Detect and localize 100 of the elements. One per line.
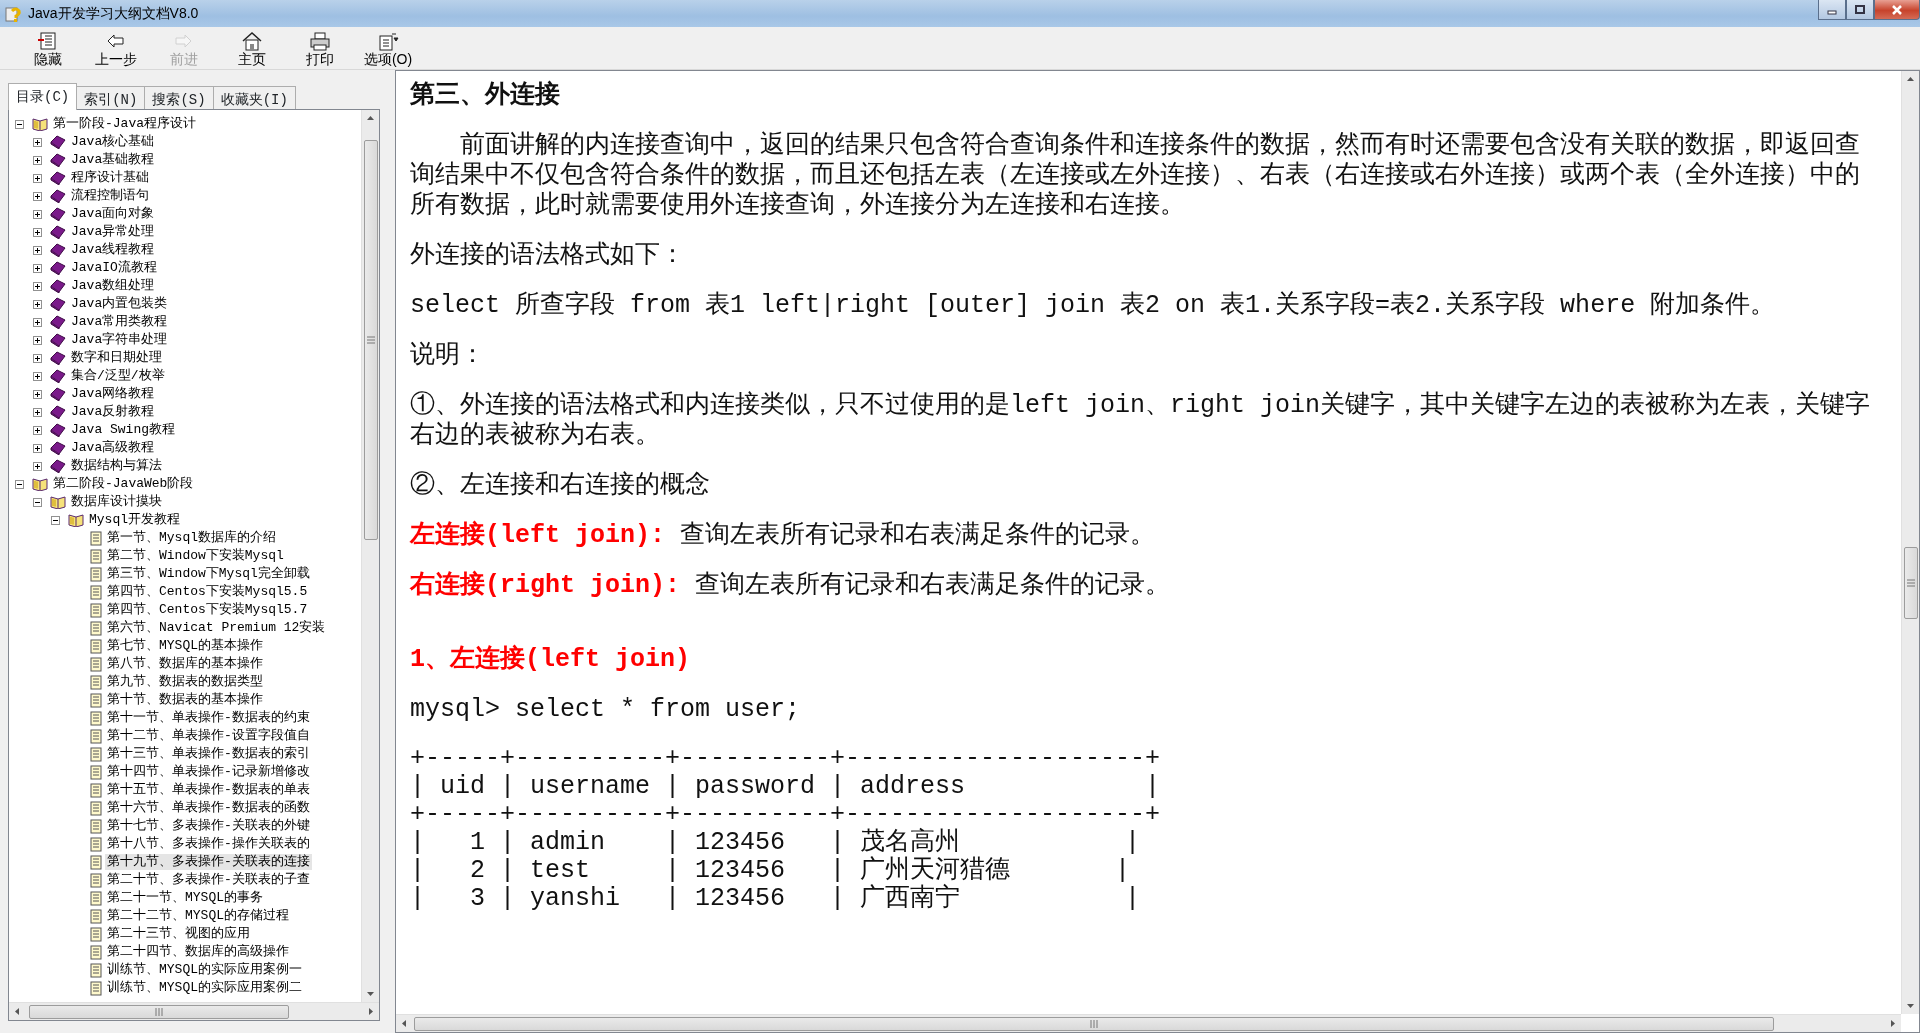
tab[interactable]: 索引(N) — [76, 86, 146, 110]
tree-item[interactable]: Java内置包装类 — [69, 296, 170, 312]
expand-icon[interactable] — [33, 191, 42, 201]
close-button[interactable] — [1874, 0, 1920, 20]
page-icon — [90, 818, 102, 834]
tree-item[interactable]: 第一阶段-Java程序设计 — [51, 116, 198, 132]
vertical-scrollbar[interactable] — [1901, 71, 1919, 1014]
horizontal-scrollbar[interactable] — [396, 1014, 1901, 1032]
open-book-icon — [32, 477, 48, 491]
tree-item[interactable]: 第十节、数据表的基本操作 — [105, 692, 265, 708]
toolbar-button[interactable]: 隐藏 — [14, 31, 82, 67]
scroll-thumb[interactable] — [363, 140, 378, 540]
tree-item[interactable]: 第十八节、多表操作-操作关联表的 — [105, 836, 312, 852]
tree-item[interactable]: 训练节、MYSQL的实际应用案例一 — [105, 962, 304, 978]
expand-icon[interactable] — [33, 263, 42, 273]
expand-icon[interactable] — [33, 317, 42, 327]
collapse-icon[interactable] — [15, 119, 24, 129]
expand-icon[interactable] — [33, 407, 42, 417]
tree-item[interactable]: 第二十四节、数据库的高级操作 — [105, 944, 291, 960]
tree-item[interactable]: 第二阶段-JavaWeb阶段 — [51, 476, 196, 492]
tree-item[interactable]: 数据结构与算法 — [69, 458, 164, 474]
tree-item[interactable]: 集合/泛型/枚举 — [69, 368, 167, 384]
tree-item[interactable]: 第十四节、单表操作-记录新增修改 — [105, 764, 312, 780]
tab[interactable]: 收藏夹(I) — [212, 86, 296, 110]
tree-item[interactable]: Java Swing教程 — [69, 422, 177, 438]
scroll-thumb[interactable] — [1903, 547, 1918, 619]
expand-icon[interactable] — [33, 299, 42, 309]
tree-item[interactable]: 训练节、MYSQL的实际应用案例二 — [105, 980, 304, 996]
expand-icon[interactable] — [33, 335, 42, 345]
tree-item[interactable]: Java高级教程 — [69, 440, 157, 456]
tree-item[interactable]: Java核心基础 — [69, 134, 157, 150]
tree-item[interactable]: 数据库设计摸块 — [69, 494, 164, 510]
tree-item[interactable]: 第十一节、单表操作-数据表的约束 — [105, 710, 312, 726]
tree-item[interactable]: 第十九节、多表操作-关联表的连接 — [105, 854, 312, 870]
expand-icon[interactable] — [33, 371, 42, 381]
tree-item[interactable]: Java字符串处理 — [69, 332, 170, 348]
tree-item[interactable]: 第二节、Window下安装Mysql — [105, 548, 286, 564]
scroll-thumb[interactable] — [29, 1004, 289, 1019]
tree-item[interactable]: Java反射教程 — [69, 404, 157, 420]
expand-icon[interactable] — [33, 461, 42, 471]
tree-item[interactable]: Java数组处理 — [69, 278, 157, 294]
tree-item[interactable]: JavaIO流教程 — [69, 260, 159, 276]
collapse-icon[interactable] — [33, 497, 42, 507]
page-icon — [90, 728, 102, 744]
tree-item[interactable]: 第九节、数据表的数据类型 — [105, 674, 265, 690]
page-icon — [90, 944, 102, 960]
maximize-button[interactable] — [1846, 0, 1874, 20]
tree-item[interactable]: Mysql开发教程 — [87, 512, 182, 528]
tree-item[interactable]: Java常用类教程 — [69, 314, 170, 330]
tree-item[interactable]: 第十三节、单表操作-数据表的索引 — [105, 746, 312, 762]
expand-icon[interactable] — [33, 389, 42, 399]
tree-item[interactable]: 第四节、Centos下安装Mysql5.5 — [105, 584, 310, 600]
page-icon — [90, 602, 102, 618]
expand-icon[interactable] — [33, 245, 42, 255]
tree-item[interactable]: 第六节、Navicat Premium 12安装 — [105, 620, 328, 636]
tree-item[interactable]: Java基础教程 — [69, 152, 157, 168]
expand-icon[interactable] — [33, 281, 42, 291]
tree-item[interactable]: 第二十二节、MYSQL的存储过程 — [105, 908, 291, 924]
expand-icon[interactable] — [33, 209, 42, 219]
expand-icon[interactable] — [33, 443, 42, 453]
tree-item[interactable]: 数字和日期处理 — [69, 350, 164, 366]
tree-item[interactable]: Java线程教程 — [69, 242, 157, 258]
tree-item[interactable]: 第八节、数据库的基本操作 — [105, 656, 265, 672]
toolbar-button[interactable]: 打印 — [286, 31, 354, 67]
tree-item[interactable]: 第一节、Mysql数据库的介绍 — [105, 530, 278, 546]
tree-item[interactable]: Java网络教程 — [69, 386, 157, 402]
tree-item[interactable]: 流程控制语句 — [69, 188, 151, 204]
expand-icon[interactable] — [33, 173, 42, 183]
tree-item[interactable]: 程序设计基础 — [69, 170, 151, 186]
scroll-thumb[interactable] — [414, 1016, 1774, 1031]
tab[interactable]: 目录(C) — [8, 83, 78, 110]
tree-item[interactable]: 第四节、Centos下安装Mysql5.7 — [105, 602, 310, 618]
expand-icon[interactable] — [33, 137, 42, 147]
toolbar-button[interactable]: 选项(O) — [354, 31, 422, 67]
tree-item[interactable]: 第三节、Window下Mysql完全卸载 — [105, 566, 312, 582]
tree-item[interactable]: 第二十节、多表操作-关联表的子查 — [105, 872, 312, 888]
expand-icon[interactable] — [33, 353, 42, 363]
tree-item[interactable]: 第十六节、单表操作-数据表的函数 — [105, 800, 312, 816]
tree-item[interactable]: 第二十三节、视图的应用 — [105, 926, 252, 942]
toolbar-button[interactable]: 上一步 — [82, 31, 150, 67]
vertical-scrollbar[interactable] — [361, 110, 379, 1002]
book-icon — [50, 297, 66, 311]
tree-item[interactable]: Java面向对象 — [69, 206, 157, 222]
page-icon — [90, 566, 102, 582]
expand-icon[interactable] — [33, 155, 42, 165]
tree-item[interactable]: Java异常处理 — [69, 224, 157, 240]
tree-item[interactable]: 第二十一节、MYSQL的事务 — [105, 890, 265, 906]
tab[interactable]: 搜索(S) — [144, 86, 214, 110]
book-icon — [50, 153, 66, 167]
tree-item[interactable]: 第十七节、多表操作-关联表的外键 — [105, 818, 312, 834]
collapse-icon[interactable] — [15, 479, 24, 489]
minimize-button[interactable] — [1818, 0, 1846, 20]
expand-icon[interactable] — [33, 227, 42, 237]
tree-item[interactable]: 第十二节、单表操作-设置字段值自 — [105, 728, 312, 744]
toolbar-button[interactable]: 主页 — [218, 31, 286, 67]
expand-icon[interactable] — [33, 425, 42, 435]
tree-item[interactable]: 第七节、MYSQL的基本操作 — [105, 638, 265, 654]
horizontal-scrollbar[interactable] — [9, 1002, 379, 1020]
collapse-icon[interactable] — [51, 515, 60, 525]
tree-item[interactable]: 第十五节、单表操作-数据表的单表 — [105, 782, 312, 798]
